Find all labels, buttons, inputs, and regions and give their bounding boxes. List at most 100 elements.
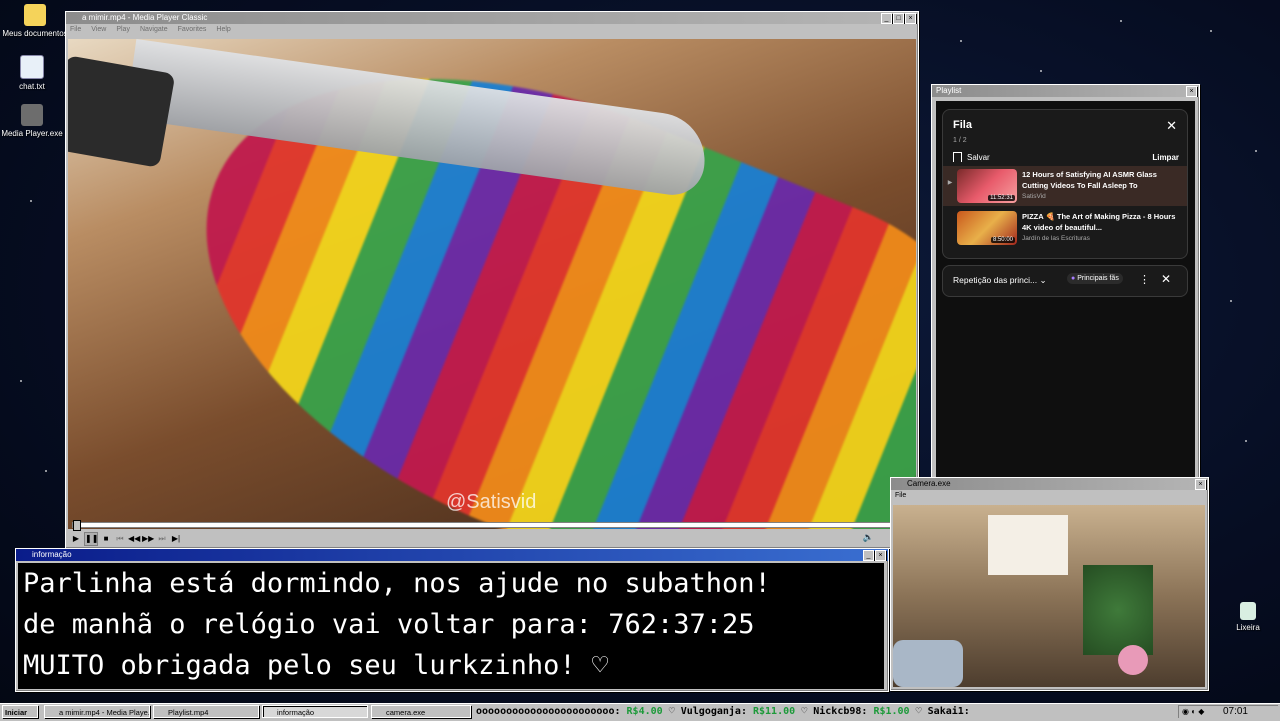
more-options-icon[interactable]: ⋮ — [1139, 273, 1150, 286]
now-playing-icon: ▶ — [947, 180, 953, 186]
drag-handle[interactable] — [943, 208, 957, 248]
ticker-amount: R$4.00 — [626, 706, 663, 717]
webcam-feed — [893, 505, 1205, 687]
media-player-menubar: File View Play Navigate Favorites Help — [66, 24, 918, 35]
info-message: Parlinha está dormindo, nos ajude no sub… — [18, 563, 884, 689]
menu-play[interactable]: Play — [116, 24, 130, 35]
ticker-name: Nickcb98: — [813, 706, 868, 717]
camera-menubar: File — [891, 490, 1208, 501]
queue-item[interactable]: 8:50:00 PIZZA 🍕 The Art of Making Pizza … — [943, 208, 1187, 248]
task-playlist[interactable]: Playlist.mp4 — [153, 705, 259, 718]
ticker-name: ooooooooooooooooooooooo: — [476, 706, 621, 717]
camera-window[interactable]: Camera.exe × File — [890, 477, 1209, 691]
playlist-window[interactable]: Playlist × Fila 1 / 2 ✕ Salvar Limpar ▶ … — [931, 84, 1200, 482]
taskbar: Iniciar a mimir.mp4 - Media Playe... Pla… — [0, 703, 1280, 721]
queue-count: 1 / 2 — [953, 137, 967, 144]
task-info[interactable]: informação — [262, 705, 368, 718]
desktop-icon-recycle-bin[interactable]: Lixeira — [1213, 602, 1280, 632]
minimize-button[interactable]: _ — [863, 550, 874, 561]
heart-icon: ♡ — [801, 706, 814, 717]
menu-help[interactable]: Help — [216, 24, 230, 35]
minimize-button[interactable]: _ — [881, 13, 892, 24]
info-window[interactable]: informação _ × Parlinha está dormindo, n… — [15, 548, 889, 692]
seek-bar[interactable] — [72, 520, 912, 531]
knife-handle-image — [68, 55, 176, 168]
info-line: Parlinha está dormindo, nos ajude no sub… — [23, 568, 771, 599]
close-icon[interactable]: ✕ — [1161, 272, 1171, 286]
menu-file[interactable]: File — [895, 490, 906, 501]
volume-icon[interactable]: 🔈 — [863, 532, 874, 543]
desktop-icon-media-player[interactable]: Media Player.exe — [0, 104, 67, 138]
bed-image — [893, 640, 963, 687]
seek-knob[interactable] — [73, 520, 81, 531]
video-title: 12 Hours of Satisfying AI ASMR Glass Cut… — [1022, 170, 1157, 190]
tray-icons: ◉ ◐ ◆ — [1182, 707, 1205, 716]
maximize-button[interactable]: □ — [893, 13, 904, 24]
menu-file[interactable]: File — [70, 24, 81, 35]
queue-item[interactable]: ▶ 11:52:31 12 Hours of Satisfying AI ASM… — [943, 166, 1187, 206]
start-button[interactable]: Iniciar — [2, 705, 38, 718]
system-clock[interactable]: ◉ ◐ ◆ 07:01 — [1178, 705, 1278, 718]
playlist-titlebar[interactable]: Playlist × — [932, 85, 1199, 97]
save-button[interactable]: Salvar — [953, 152, 990, 162]
heart-icon: ♡ — [915, 706, 928, 717]
task-media-player[interactable]: a mimir.mp4 - Media Playe... — [44, 705, 150, 718]
folder-icon — [24, 4, 46, 26]
next-icon[interactable]: ⏭ — [156, 533, 168, 545]
playback-controls: ▶ ❚❚ ■ ⏮ ◀◀ ▶▶ ⏭ ▶| — [70, 532, 182, 546]
fans-icon: ● — [1071, 275, 1076, 282]
video-frame[interactable]: @Satisvid — [68, 39, 916, 529]
info-line: de manhã o relógio vai voltar para: 762:… — [23, 609, 755, 640]
desktop-icon-my-documents[interactable]: Meus documentos — [0, 4, 70, 38]
clear-button[interactable]: Limpar — [1152, 153, 1179, 162]
donation-ticker: ooooooooooooooooooooooo: R$4.00 ♡ Vulgog… — [476, 705, 1172, 719]
camera-titlebar[interactable]: Camera.exe × — [891, 478, 1208, 490]
ticker-amount: R$1.00 — [873, 706, 910, 717]
video-duration: 8:50:00 — [990, 237, 1015, 243]
close-button[interactable]: × — [1195, 479, 1206, 490]
close-button[interactable]: × — [905, 13, 916, 24]
close-icon[interactable]: ✕ — [1166, 118, 1177, 134]
close-button[interactable]: × — [875, 550, 886, 561]
menu-favorites[interactable]: Favorites — [178, 24, 207, 35]
desktop-icon-chat-txt[interactable]: chat.txt — [0, 55, 67, 91]
video-thumbnail: 8:50:00 — [957, 211, 1017, 245]
live-chat-header: Repetição das princi... ⌄ ● Principais f… — [942, 265, 1188, 297]
save-label: Salvar — [967, 152, 990, 162]
frame-step-icon[interactable]: ▶| — [170, 533, 182, 545]
info-titlebar[interactable]: informação _ × — [16, 549, 888, 561]
media-player-titlebar[interactable]: a mimir.mp4 - Media Player Classic _ □ × — [66, 12, 918, 24]
queue-panel: Fila 1 / 2 ✕ Salvar Limpar ▶ 11:52:31 12… — [942, 109, 1188, 259]
task-camera[interactable]: camera.exe — [371, 705, 471, 718]
menu-view[interactable]: View — [91, 24, 106, 35]
pause-icon[interactable]: ❚❚ — [84, 532, 98, 546]
chat-mode-dropdown[interactable]: Repetição das princi... ⌄ — [953, 275, 1047, 286]
ticker-amount: R$11.00 — [753, 706, 796, 717]
video-duration: 11:52:31 — [988, 195, 1015, 201]
youtube-queue: Fila 1 / 2 ✕ Salvar Limpar ▶ 11:52:31 12… — [936, 101, 1195, 479]
previous-icon[interactable]: ⏮ — [114, 533, 126, 545]
media-player-icon — [21, 104, 43, 126]
video-channel: Jardín de las Escrituras — [1022, 235, 1090, 242]
ticker-name: Vulgoganja: — [680, 706, 747, 717]
fast-forward-icon[interactable]: ▶▶ — [142, 533, 154, 545]
rewind-icon[interactable]: ◀◀ — [128, 533, 140, 545]
camera-title: Camera.exe — [907, 479, 951, 488]
top-fans-chip[interactable]: ● Principais fãs — [1067, 273, 1123, 284]
video-thumbnail: 11:52:31 — [957, 169, 1017, 203]
stop-icon[interactable]: ■ — [100, 533, 112, 545]
playlist-title: Playlist — [936, 86, 962, 95]
video-title: PIZZA 🍕 The Art of Making Pizza - 8 Hour… — [1022, 212, 1176, 232]
recycle-bin-icon — [1240, 602, 1256, 620]
plush-toy-image — [1118, 645, 1148, 675]
window-image — [988, 515, 1068, 575]
heart-icon: ♡ — [668, 706, 681, 717]
media-player-title: a mimir.mp4 - Media Player Classic — [82, 13, 208, 22]
close-button[interactable]: × — [1186, 86, 1197, 97]
chevron-down-icon: ⌄ — [1039, 275, 1047, 285]
play-icon[interactable]: ▶ — [70, 533, 82, 545]
ticker-name: Sakai1: — [927, 706, 970, 717]
media-player-window[interactable]: a mimir.mp4 - Media Player Classic _ □ ×… — [65, 11, 919, 549]
menu-navigate[interactable]: Navigate — [140, 24, 168, 35]
info-line: MUITO obrigada pelo seu lurkzinho! ♡ — [23, 650, 609, 681]
